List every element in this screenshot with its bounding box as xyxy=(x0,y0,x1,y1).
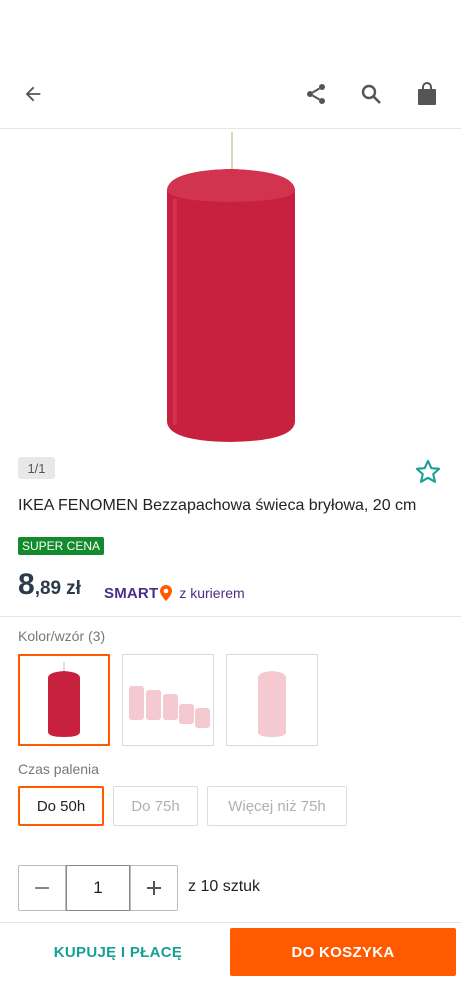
burn-option-75h[interactable]: Do 75h xyxy=(113,786,198,826)
quantity-stepper: 1 xyxy=(18,865,178,911)
price: 8,89 zł xyxy=(18,568,81,608)
smart-logo-text: SMART xyxy=(104,584,159,602)
price-decimal: ,89 xyxy=(34,578,62,599)
cart-bag-icon[interactable] xyxy=(407,74,447,114)
delivery-text: z kurierem xyxy=(179,585,245,601)
color-swatch-red[interactable] xyxy=(18,654,110,746)
search-icon[interactable] xyxy=(351,74,391,114)
decrease-button[interactable] xyxy=(18,865,66,911)
smart-pin-icon xyxy=(159,584,173,602)
plus-icon xyxy=(147,881,161,895)
color-swatch-pink[interactable] xyxy=(226,654,318,746)
product-image[interactable] xyxy=(0,129,461,447)
smart-delivery[interactable]: SMART z kurierem xyxy=(104,582,245,604)
bottom-inset xyxy=(0,982,461,999)
quantity-value[interactable]: 1 xyxy=(66,865,130,911)
burn-time-label: Czas palenia xyxy=(18,761,99,777)
increase-button[interactable] xyxy=(130,865,178,911)
divider xyxy=(0,616,461,617)
burn-option-50h[interactable]: Do 50h xyxy=(18,786,104,826)
back-arrow-icon[interactable] xyxy=(13,74,53,114)
price-currency: zł xyxy=(66,578,81,599)
price-integer: 8 xyxy=(18,568,35,601)
product-title: IKEA FENOMEN Bezzapachowa świeca bryłowa… xyxy=(18,497,417,514)
share-icon[interactable] xyxy=(296,74,336,114)
image-pager: 1/1 xyxy=(18,457,55,479)
burn-option-over-75h[interactable]: Więcej niż 75h xyxy=(207,786,347,826)
top-app-bar xyxy=(0,0,461,129)
add-to-cart-button[interactable]: DO KOSZYKA xyxy=(230,928,456,976)
color-swatch-pink-set[interactable] xyxy=(122,654,214,746)
stock-note: z 10 sztuk xyxy=(188,878,261,895)
color-label: Kolor/wzór (3) xyxy=(18,628,106,644)
super-price-badge: SUPER CENA xyxy=(18,537,105,555)
favorite-star-icon[interactable] xyxy=(412,456,444,488)
buy-now-button[interactable]: KUPUJĘ I PŁACĘ xyxy=(18,928,218,976)
minus-icon xyxy=(35,887,49,889)
